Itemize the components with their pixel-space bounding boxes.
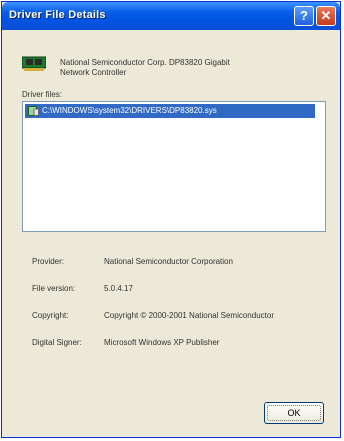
- provider-value: National Semiconductor Corporation: [104, 257, 233, 266]
- title-bar[interactable]: Driver File Details ? ✕: [2, 2, 340, 30]
- driver-file-details-dialog: Driver File Details ? ✕ National Semicon…: [1, 1, 341, 438]
- device-name-line1: National Semiconductor Corp. DP83820 Gig…: [60, 58, 230, 67]
- driver-files-label: Driver files:: [22, 90, 63, 99]
- list-item[interactable]: C:\WINDOWS\system32\DRIVERS\DP83820.sys: [25, 104, 315, 118]
- digital-signer-label: Digital Signer:: [32, 338, 82, 347]
- provider-label: Provider:: [32, 257, 65, 266]
- ok-button[interactable]: OK: [264, 402, 324, 424]
- copyright-value: Copyright © 2000-2001 National Semicondu…: [104, 311, 274, 320]
- file-path: C:\WINDOWS\system32\DRIVERS\DP83820.sys: [42, 106, 217, 115]
- file-version-value: 5.0.4.17: [104, 284, 133, 293]
- window-title: Driver File Details: [9, 9, 106, 21]
- file-version-label: File version:: [32, 284, 76, 293]
- device-name: National Semiconductor Corp. DP83820 Gig…: [60, 58, 310, 78]
- copyright-label: Copyright:: [32, 311, 69, 320]
- driver-files-list[interactable]: C:\WINDOWS\system32\DRIVERS\DP83820.sys: [22, 101, 326, 232]
- device-name-line2: Network Controller: [60, 68, 127, 77]
- network-card-icon: [22, 56, 46, 71]
- close-button[interactable]: ✕: [316, 6, 336, 26]
- help-button[interactable]: ?: [294, 6, 314, 26]
- digital-signer-value: Microsoft Windows XP Publisher: [104, 338, 220, 347]
- file-icon: [28, 106, 39, 116]
